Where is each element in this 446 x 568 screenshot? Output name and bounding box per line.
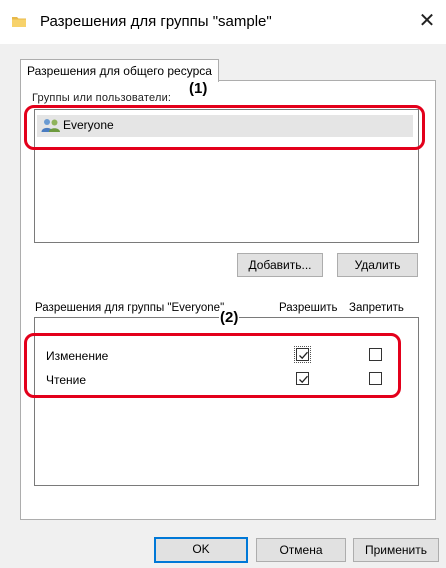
- add-button[interactable]: Добавить...: [237, 253, 323, 277]
- permissions-header-label: Разрешения для группы "Everyone": [35, 302, 225, 314]
- callout-label-2: (2): [219, 309, 240, 326]
- remove-button[interactable]: Удалить: [337, 253, 418, 277]
- window-title: Разрешения для группы "sample": [40, 13, 272, 30]
- deny-column-header: Запретить: [347, 302, 404, 314]
- close-icon[interactable]: ✕: [412, 8, 442, 34]
- ok-button[interactable]: OK: [154, 537, 248, 563]
- callout-frame-1: [24, 105, 425, 150]
- cancel-button[interactable]: Отмена: [256, 538, 346, 562]
- title-bar: Разрешения для группы "sample" ✕: [0, 0, 446, 44]
- allow-column-header: Разрешить: [275, 302, 338, 314]
- folder-icon: [12, 17, 26, 27]
- tab-share-permissions[interactable]: Разрешения для общего ресурса: [20, 59, 219, 82]
- callout-label-1: (1): [188, 80, 209, 97]
- callout-frame-2: [24, 333, 401, 398]
- groups-label: Группы или пользователи:: [32, 92, 172, 104]
- permissions-dialog: Разрешения для группы "sample" ✕ Разреше…: [0, 0, 446, 568]
- apply-button[interactable]: Применить: [353, 538, 439, 562]
